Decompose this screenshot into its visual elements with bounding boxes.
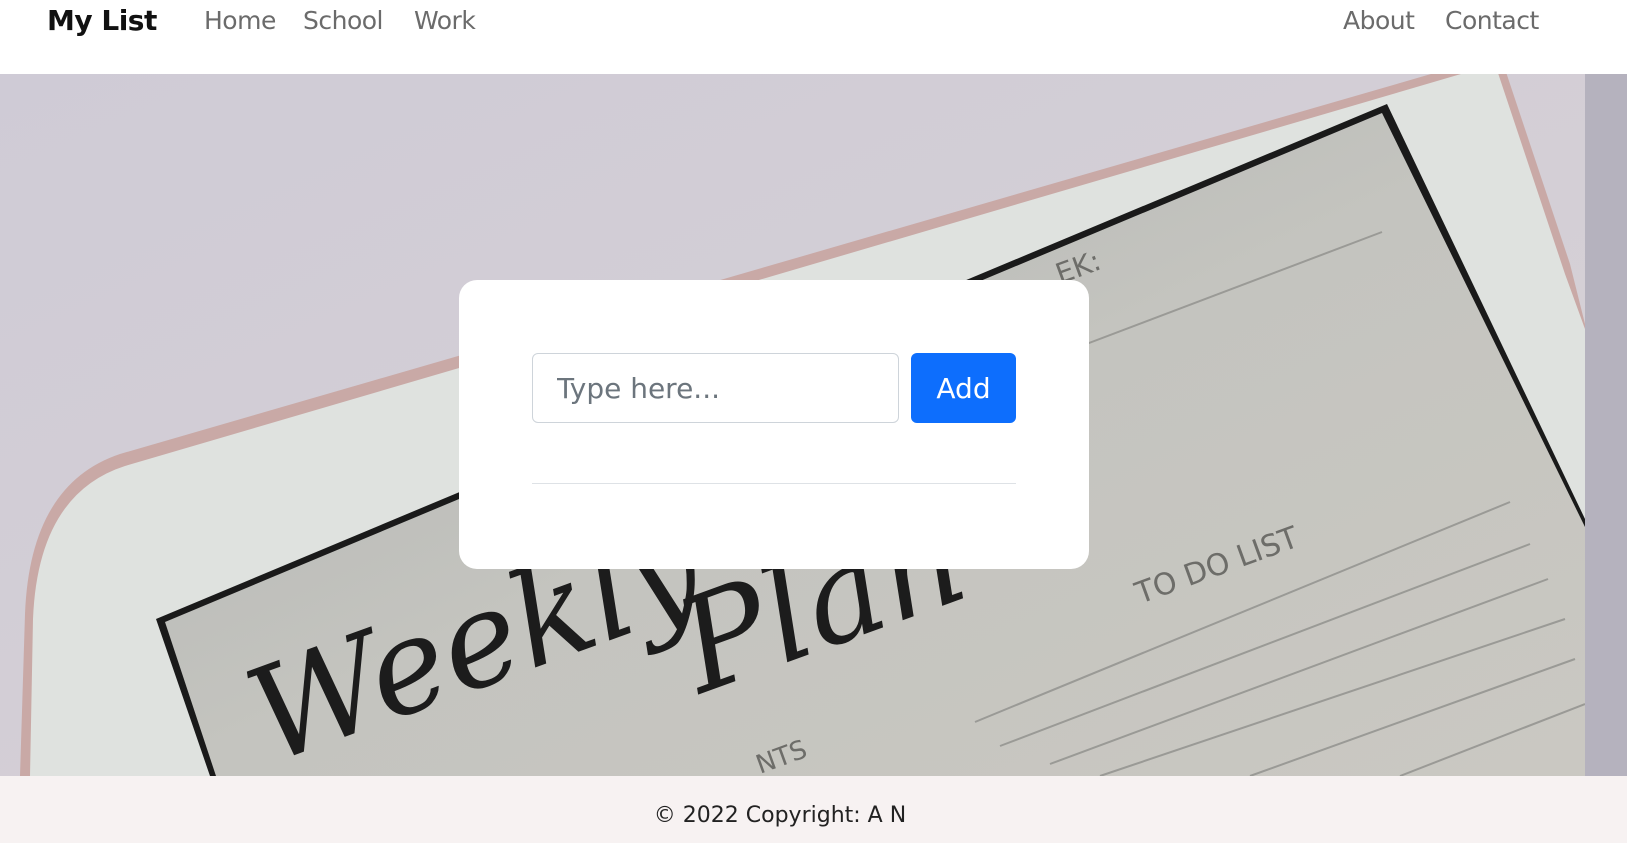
nav-link-school[interactable]: School: [303, 6, 384, 35]
nav-link-work[interactable]: Work: [414, 6, 476, 35]
add-button[interactable]: Add: [911, 353, 1016, 423]
nav-link-contact[interactable]: Contact: [1445, 6, 1539, 35]
navbar: My List Home School Work About Contact: [0, 0, 1627, 74]
footer: © 2022 Copyright: A N: [0, 776, 1627, 843]
brand-link[interactable]: My List: [47, 4, 157, 37]
copyright-text: © 2022 Copyright: A N: [653, 803, 907, 828]
nav-link-about[interactable]: About: [1343, 6, 1415, 35]
card-divider: [532, 483, 1016, 484]
nav-link-home[interactable]: Home: [204, 6, 276, 35]
todo-card: Add: [459, 280, 1089, 569]
todo-input[interactable]: [532, 353, 899, 423]
hero-right-edge: [1585, 74, 1627, 776]
